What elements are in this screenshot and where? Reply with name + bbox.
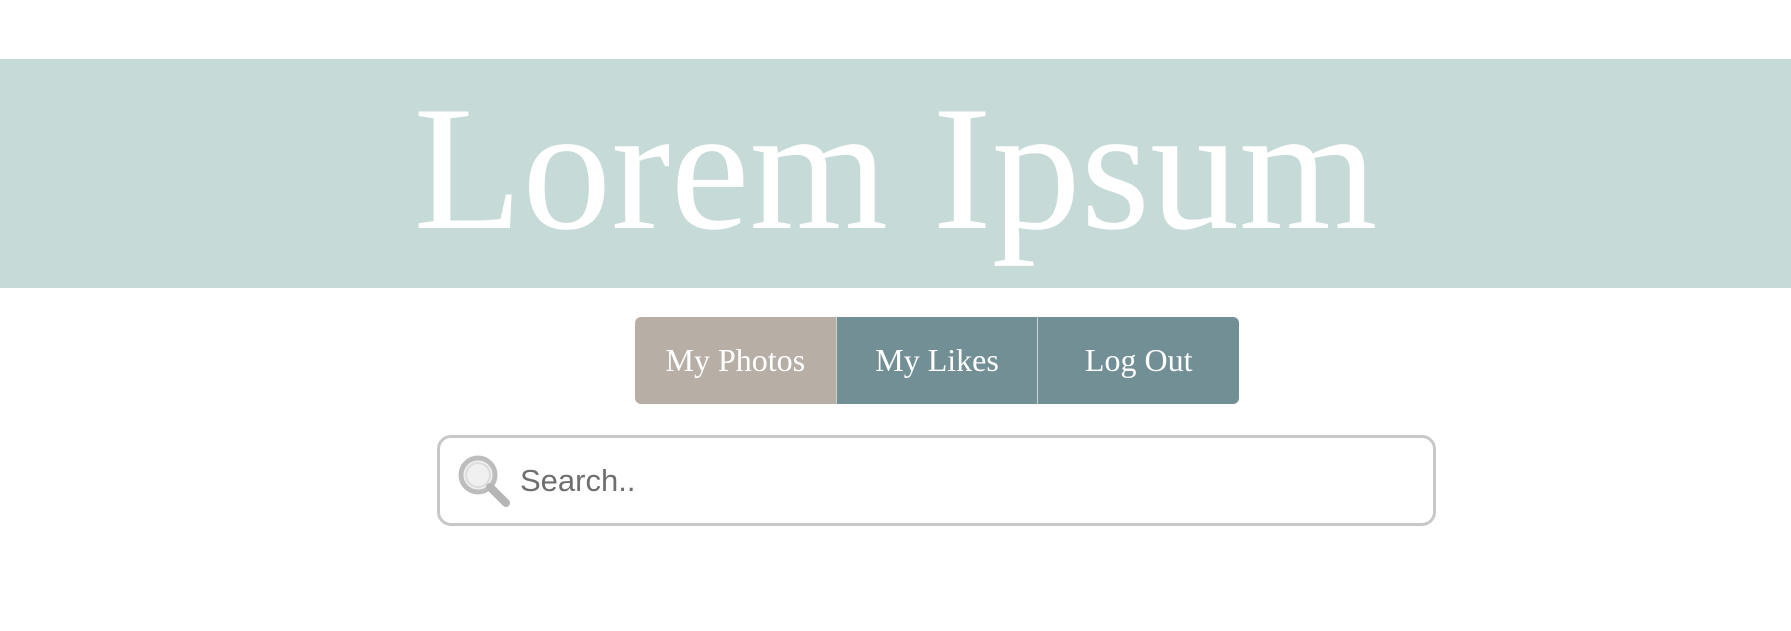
log-out-button[interactable]: Log Out — [1037, 317, 1239, 404]
log-out-label: Log Out — [1084, 342, 1193, 378]
search-input[interactable] — [520, 450, 1400, 511]
search-icon — [458, 455, 510, 507]
my-likes-button[interactable]: My Likes — [835, 317, 1038, 404]
site-title: Lorem Ipsum — [413, 68, 1378, 267]
my-photos-button[interactable]: My Photos — [635, 317, 836, 404]
main-nav: My Photos My Likes Log Out — [635, 317, 1239, 404]
my-photos-label: My Photos — [665, 342, 806, 378]
header-banner: Lorem Ipsum — [0, 59, 1791, 288]
my-likes-label: My Likes — [875, 342, 999, 378]
search-box[interactable] — [437, 435, 1436, 526]
